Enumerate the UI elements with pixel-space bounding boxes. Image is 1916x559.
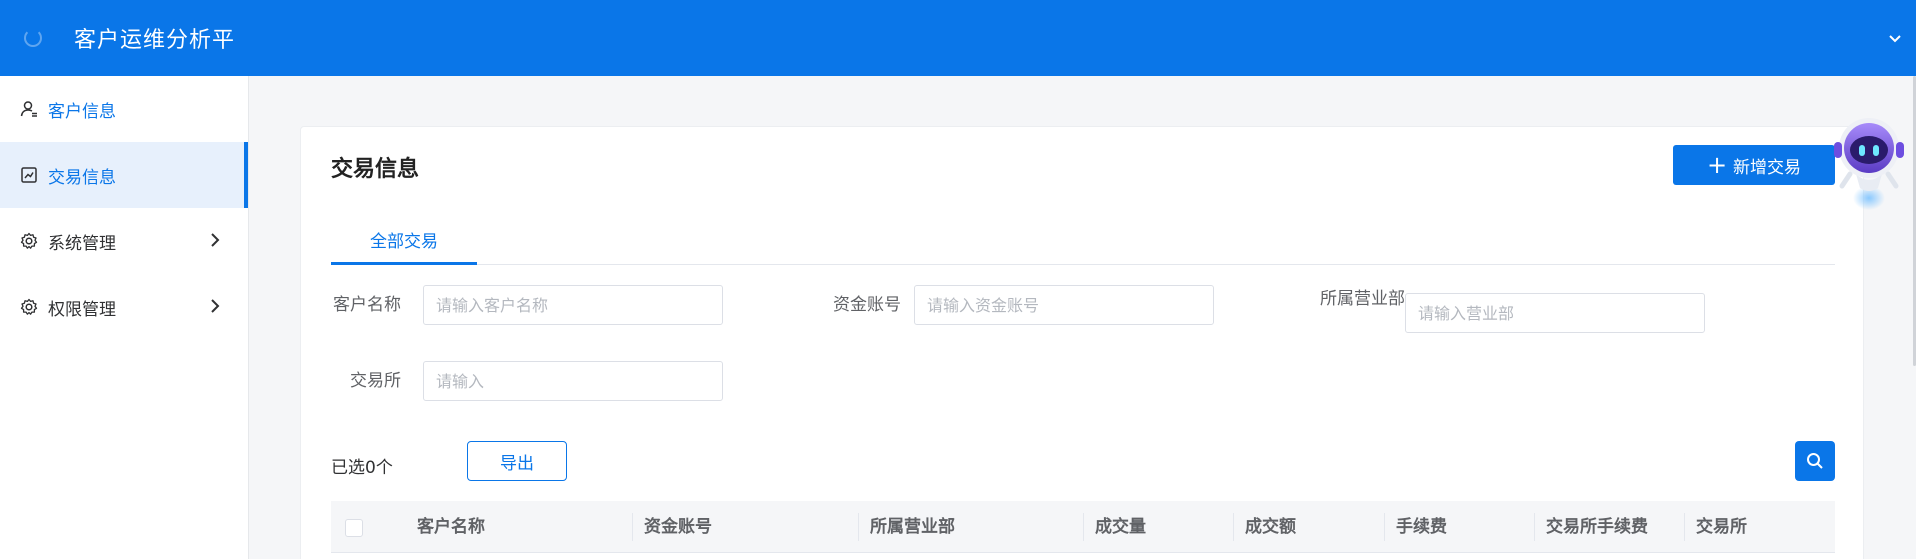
sidebar-item-permission-management[interactable]: 权限管理 [0,274,248,340]
chart-icon [20,166,38,184]
export-button[interactable]: 导出 [467,441,567,481]
exchange-input[interactable] [423,361,723,401]
sidebar: 客户信息 交易信息 系统管理 权限管理 [0,76,249,559]
tab-all-trades[interactable]: 全部交易 [331,213,477,265]
column-header[interactable]: 成交量 [1083,501,1146,553]
sidebar-item-system-management[interactable]: 系统管理 [0,208,248,274]
gear-icon [20,298,38,316]
user-icon [20,100,38,118]
search-icon [1807,453,1823,469]
selected-count: 已选0个 [331,458,393,478]
exchange-label: 交易所 [350,371,401,391]
app-title: 客户运维分析平 [74,28,236,53]
select-all-checkbox[interactable] [345,519,363,537]
column-header[interactable]: 成交额 [1233,501,1296,553]
column-header[interactable]: 交易所 [1684,501,1747,553]
column-header[interactable]: 交易所手续费 [1534,501,1648,553]
sidebar-item-label: 客户信息 [48,101,116,122]
sidebar-item-customer-info[interactable]: 客户信息 [0,76,248,142]
chevron-down-icon[interactable] [1888,32,1902,46]
robot-assistant-icon[interactable] [1828,114,1910,214]
fund-account-label: 资金账号 [833,295,901,315]
column-header[interactable]: 所属营业部 [858,501,955,553]
tab-bar: 全部交易 [331,213,1835,265]
chevron-right-icon [211,299,220,313]
fund-account-input[interactable] [914,285,1214,325]
trade-info-card: 交易信息 + 新增交易 全部交易 客户名称 资金账号 所属营业部 交易所 已选0… [300,126,1864,559]
sidebar-item-label: 权限管理 [48,299,116,320]
gear-icon [20,232,38,250]
chevron-right-icon [211,233,220,247]
search-button[interactable] [1795,441,1835,481]
column-header[interactable]: 资金账号 [632,501,712,553]
page-title: 交易信息 [331,157,420,182]
customer-name-input[interactable] [423,285,723,325]
add-trade-label: 新增交易 [1733,157,1802,178]
sidebar-item-label: 系统管理 [48,233,116,254]
top-header: 客户运维分析平 [0,0,1916,76]
loading-spinner-icon [24,29,42,47]
branch-input[interactable] [1405,293,1705,333]
sidebar-item-trade-info[interactable]: 交易信息 [0,142,248,208]
add-trade-button[interactable]: + 新增交易 [1673,145,1835,185]
customer-name-label: 客户名称 [333,295,401,315]
plus-icon: + [1706,151,1728,179]
column-header[interactable]: 手续费 [1384,501,1447,553]
sidebar-item-label: 交易信息 [48,167,116,188]
table-header: 客户名称 资金账号 所属营业部 成交量 成交额 手续费 交易所手续费 交易所 [331,501,1835,553]
branch-label: 所属营业部 [1320,289,1405,309]
column-header[interactable]: 客户名称 [405,501,485,553]
